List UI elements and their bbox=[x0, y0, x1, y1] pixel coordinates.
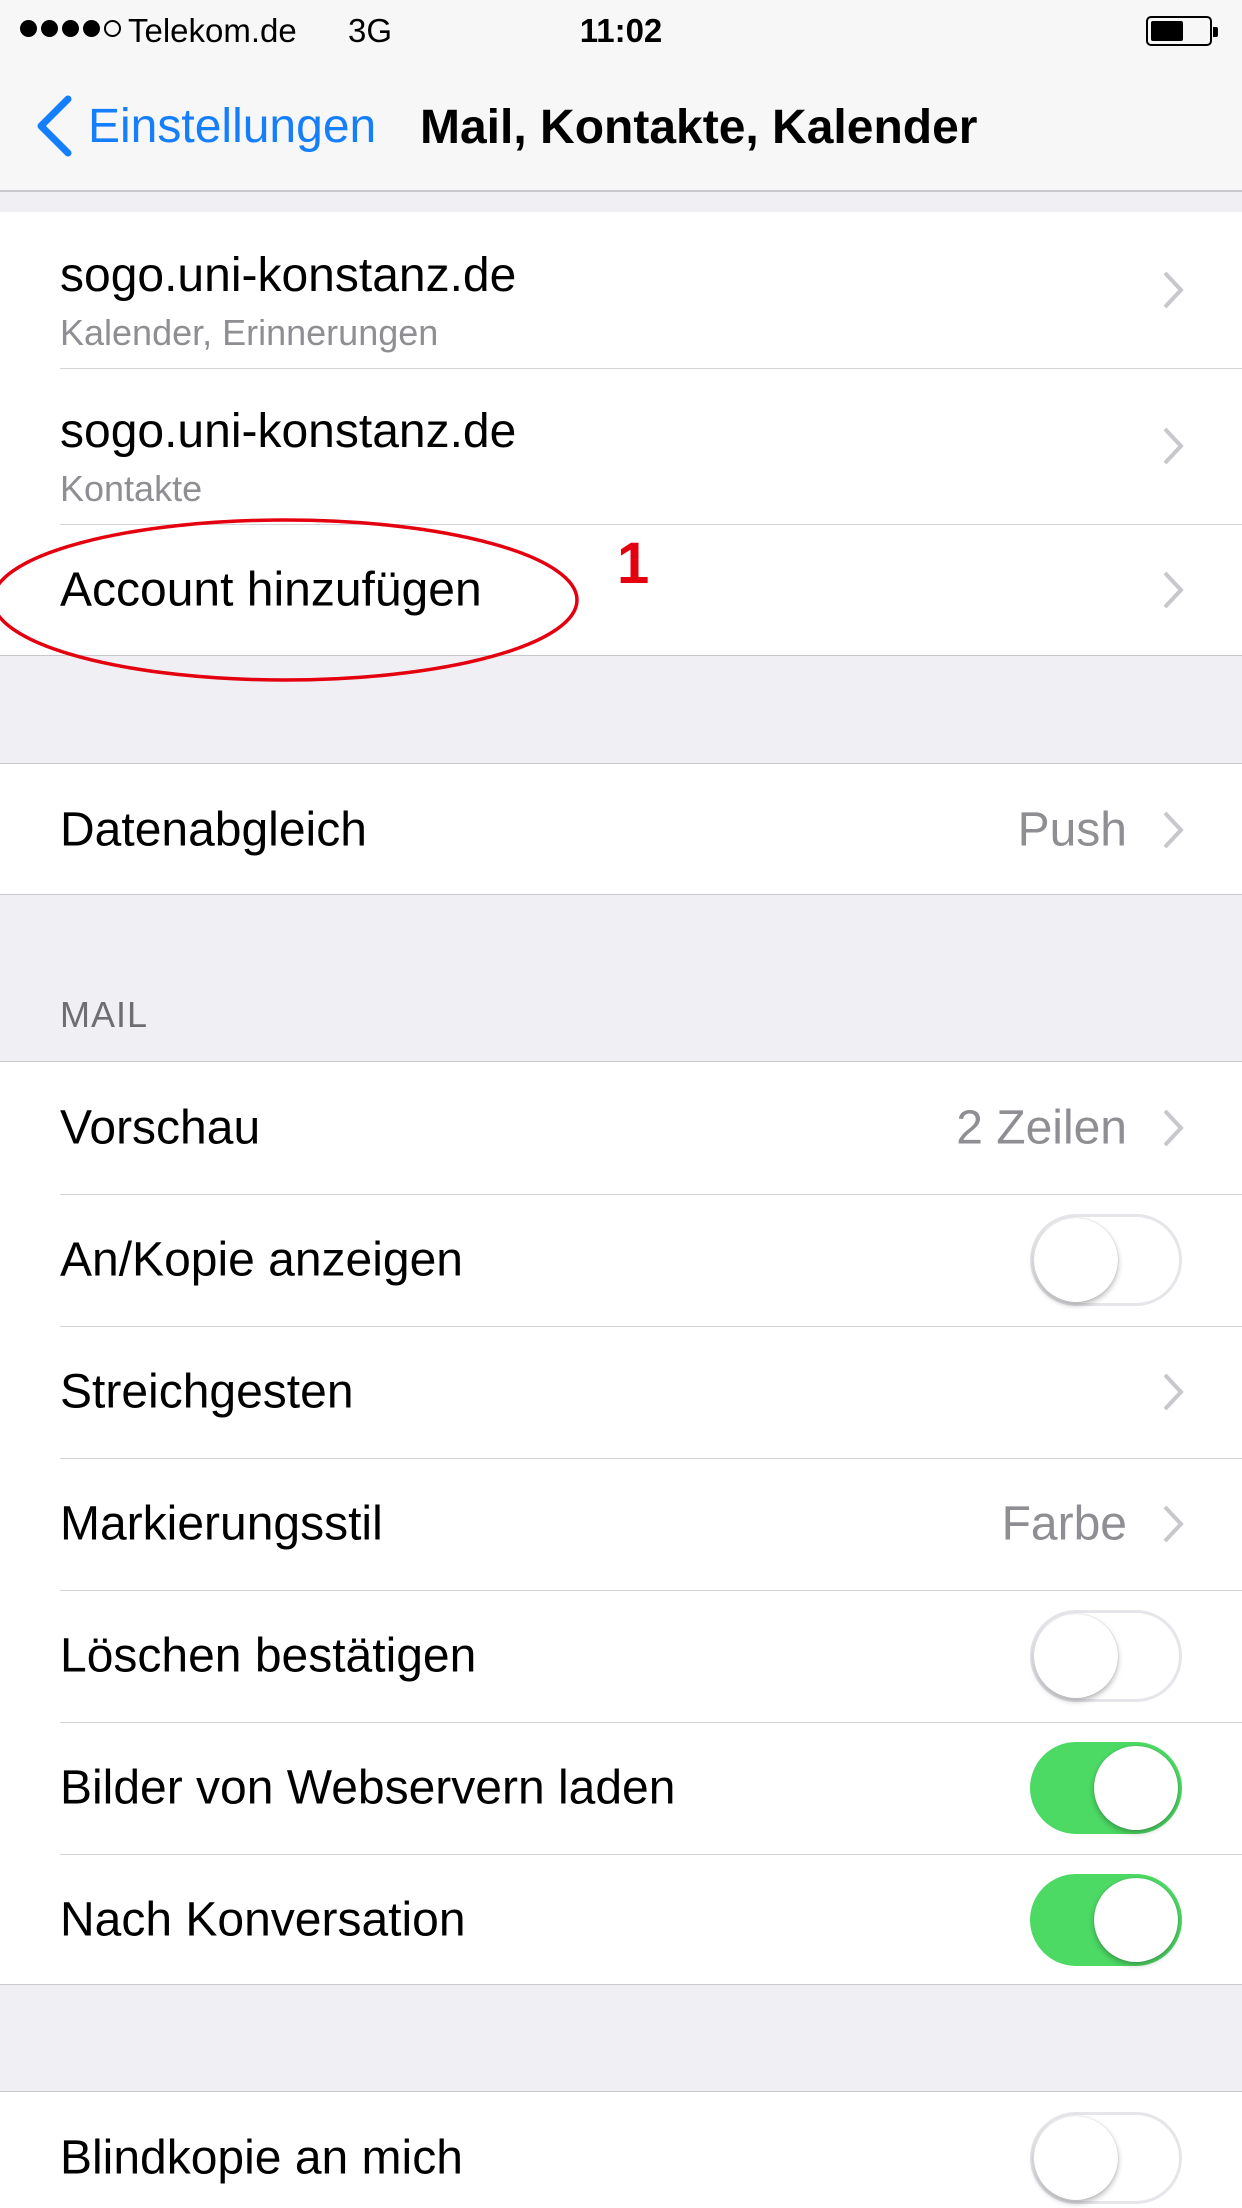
account-row-contacts[interactable]: sogo.uni-konstanz.de Kontakte bbox=[0, 368, 1242, 524]
navigation-bar: Einstellungen Mail, Kontakte, Kalender bbox=[0, 60, 1242, 192]
flag-style-row[interactable]: Markierungsstil Farbe bbox=[0, 1458, 1242, 1590]
ask-before-delete-row: Löschen bestätigen bbox=[0, 1590, 1242, 1722]
bcc-group: Blindkopie an mich bbox=[0, 2091, 1242, 2208]
show-to-cc-label: An/Kopie anzeigen bbox=[60, 1233, 463, 1287]
account-title: sogo.uni-konstanz.de bbox=[60, 249, 517, 302]
page-title: Mail, Kontakte, Kalender bbox=[420, 101, 978, 154]
fetch-label: Datenabgleich bbox=[60, 803, 367, 857]
settings-screen: Telekom.de 3G 11:02 Einstellungen Mail, … bbox=[0, 0, 1242, 2208]
organize-by-thread-toggle[interactable] bbox=[1030, 1874, 1182, 1966]
status-bar: Telekom.de 3G 11:02 bbox=[0, 0, 1242, 60]
chevron-right-icon bbox=[1163, 1373, 1184, 1411]
preview-row[interactable]: Vorschau 2 Zeilen bbox=[0, 1062, 1242, 1194]
back-button-label: Einstellungen bbox=[88, 99, 377, 153]
ask-before-delete-label: Löschen bestätigen bbox=[60, 1629, 477, 1683]
account-subtitle: Kontakte bbox=[60, 468, 203, 509]
load-remote-images-label: Bilder von Webservern laden bbox=[60, 1761, 676, 1815]
organize-by-thread-row: Nach Konversation bbox=[0, 1854, 1242, 1986]
preview-label: Vorschau bbox=[60, 1101, 261, 1155]
battery-icon bbox=[1146, 16, 1218, 46]
bcc-label: Blindkopie an mich bbox=[60, 2131, 463, 2185]
mail-group: Vorschau 2 Zeilen An/Kopie anzeigen Stre… bbox=[0, 1061, 1242, 1985]
chevron-right-icon bbox=[1163, 271, 1184, 309]
annotation-number: 1 bbox=[617, 531, 650, 596]
clock: 11:02 bbox=[579, 12, 663, 49]
swipe-options-row[interactable]: Streichgesten bbox=[0, 1326, 1242, 1458]
flag-style-label: Markierungsstil bbox=[60, 1497, 383, 1551]
fetch-row[interactable]: Datenabgleich Push bbox=[0, 764, 1242, 896]
swipe-options-label: Streichgesten bbox=[60, 1365, 354, 1419]
fetch-value: Push bbox=[1017, 803, 1127, 857]
chevron-left-icon bbox=[37, 95, 72, 157]
fetch-group: Datenabgleich Push bbox=[0, 763, 1242, 895]
flag-style-value: Farbe bbox=[1001, 1497, 1127, 1551]
chevron-right-icon bbox=[1163, 811, 1184, 849]
chevron-right-icon bbox=[1163, 571, 1184, 609]
show-to-cc-row: An/Kopie anzeigen bbox=[0, 1194, 1242, 1326]
preview-value: 2 Zeilen bbox=[956, 1101, 1127, 1155]
bcc-toggle[interactable] bbox=[1030, 2112, 1182, 2204]
chevron-right-icon bbox=[1163, 1505, 1184, 1543]
load-remote-images-row: Bilder von Webservern laden bbox=[0, 1722, 1242, 1854]
mail-section-header: MAIL bbox=[60, 994, 149, 1035]
back-button[interactable]: Einstellungen bbox=[34, 95, 376, 157]
organize-by-thread-label: Nach Konversation bbox=[60, 1893, 466, 1947]
show-to-cc-toggle[interactable] bbox=[1030, 1214, 1182, 1306]
ask-before-delete-toggle[interactable] bbox=[1030, 1610, 1182, 1702]
account-subtitle: Kalender, Erinnerungen bbox=[60, 312, 439, 353]
account-row-calendar[interactable]: sogo.uni-konstanz.de Kalender, Erinnerun… bbox=[0, 212, 1242, 368]
chevron-right-icon bbox=[1163, 1109, 1184, 1147]
load-remote-images-toggle[interactable] bbox=[1030, 1742, 1182, 1834]
bcc-row: Blindkopie an mich bbox=[0, 2092, 1242, 2208]
chevron-right-icon bbox=[1163, 427, 1184, 465]
add-account-label: Account hinzufügen bbox=[60, 563, 482, 617]
account-title: sogo.uni-konstanz.de bbox=[60, 405, 517, 458]
